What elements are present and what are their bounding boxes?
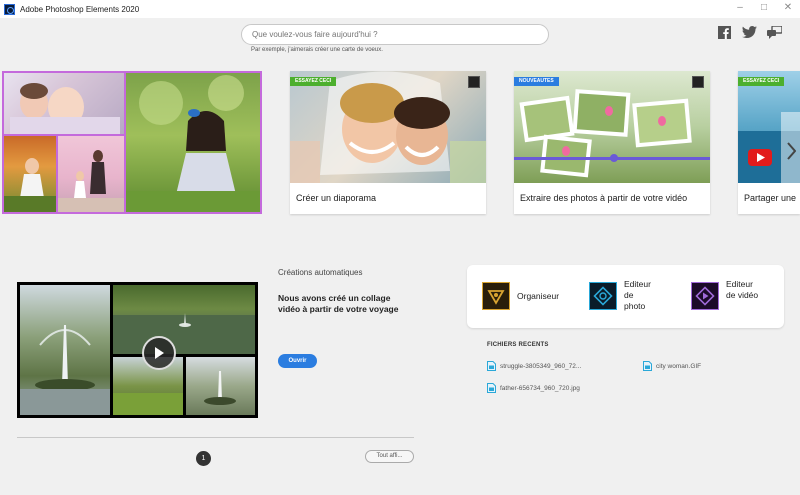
organizer-icon [482, 282, 510, 310]
feedback-icon[interactable] [767, 25, 782, 39]
image-file-icon [487, 361, 496, 371]
recent-files-title: FICHIERS RECENTS [487, 342, 549, 348]
search-input[interactable] [241, 24, 549, 45]
auto-creations-label: Créations automatiques [278, 268, 363, 277]
page-indicator[interactable]: 1 [196, 451, 211, 466]
card-extract-photos[interactable]: NOUVEAUTES Extraire des photos à partir … [514, 71, 710, 214]
organizer-label: Organiseur [517, 291, 560, 301]
collage-photo-beach-walk [58, 136, 124, 212]
image-file-icon [487, 383, 496, 393]
card-slideshow[interactable]: ESSAYEZ CECI Créer un diaporama [290, 71, 486, 214]
recent-file-name: city woman.GIF [656, 362, 702, 370]
window-title: Adobe Photoshop Elements 2020 [20, 4, 140, 14]
card-title: Créer un diaporama [296, 193, 377, 203]
maximize-button[interactable]: □ [752, 0, 776, 18]
show-all-button[interactable]: Tout affi... [365, 450, 414, 463]
photo-editor-label: Editeur de photo [624, 279, 651, 311]
editors-panel: Organiseur Editeur de photo Editeur de v… [467, 265, 784, 328]
facebook-icon[interactable] [717, 25, 732, 39]
premiere-badge-icon [468, 76, 480, 88]
open-button[interactable]: Ouvrir [278, 354, 317, 368]
recent-file[interactable]: city woman.GIF [643, 361, 701, 371]
premiere-badge-icon [692, 76, 704, 88]
minimize-button[interactable]: – [728, 0, 752, 18]
video-tile-pond [113, 285, 255, 354]
card-tag: ESSAYEZ CECI [290, 77, 337, 86]
divider [17, 437, 414, 438]
search-hint: Par exemple, j'aimerais créer une carte … [251, 47, 383, 53]
recent-file[interactable]: struggle-3805349_960_72... [487, 361, 581, 371]
chevron-right-icon [786, 142, 796, 160]
play-icon [155, 347, 164, 359]
recent-file-name: struggle-3805349_960_72... [500, 362, 582, 370]
recent-file[interactable]: father-656734_960_720.jpg [487, 383, 580, 393]
card-title: Extraire des photos à partir de votre vi… [520, 193, 688, 203]
play-button[interactable] [142, 336, 176, 370]
video-editor-label: Editeur de vidéo [726, 279, 759, 300]
auto-creation-video[interactable] [17, 282, 258, 418]
video-editor-launcher[interactable]: Editeur de vidéo [691, 279, 760, 310]
collage-photo-girl-bubbles [126, 73, 260, 212]
photo-editor-launcher[interactable]: Editeur de photo [589, 279, 656, 312]
featured-collage[interactable] [2, 71, 262, 214]
carousel-next-button[interactable] [781, 112, 800, 190]
close-button[interactable]: ✕ [776, 0, 800, 18]
card-title: Partager une [744, 193, 797, 203]
recent-file-name: father-656734_960_720.jpg [500, 384, 580, 392]
twitter-icon[interactable] [742, 25, 757, 39]
video-editor-icon [691, 282, 719, 310]
card-tag: ESSAYEZ CECI [738, 77, 785, 86]
collage-photo-girl-field [4, 136, 56, 212]
card-tag: NOUVEAUTES [514, 77, 559, 86]
collage-photo-baby [4, 73, 124, 134]
window-controls: – □ ✕ [728, 0, 800, 18]
title-bar: Adobe Photoshop Elements 2020 – □ ✕ [0, 0, 800, 18]
social-icons [717, 25, 782, 39]
card-image [514, 71, 710, 183]
photoshop-elements-icon [4, 3, 15, 15]
video-tile-fountain [20, 285, 110, 415]
organizer-launcher[interactable]: Organiseur [482, 282, 559, 310]
photo-editor-icon [589, 282, 617, 310]
image-file-icon [643, 361, 652, 371]
video-tile-fountain-2 [186, 357, 255, 415]
card-image [290, 71, 486, 183]
auto-creations-description: Nous avons créé un collage vidéo à parti… [278, 293, 399, 314]
